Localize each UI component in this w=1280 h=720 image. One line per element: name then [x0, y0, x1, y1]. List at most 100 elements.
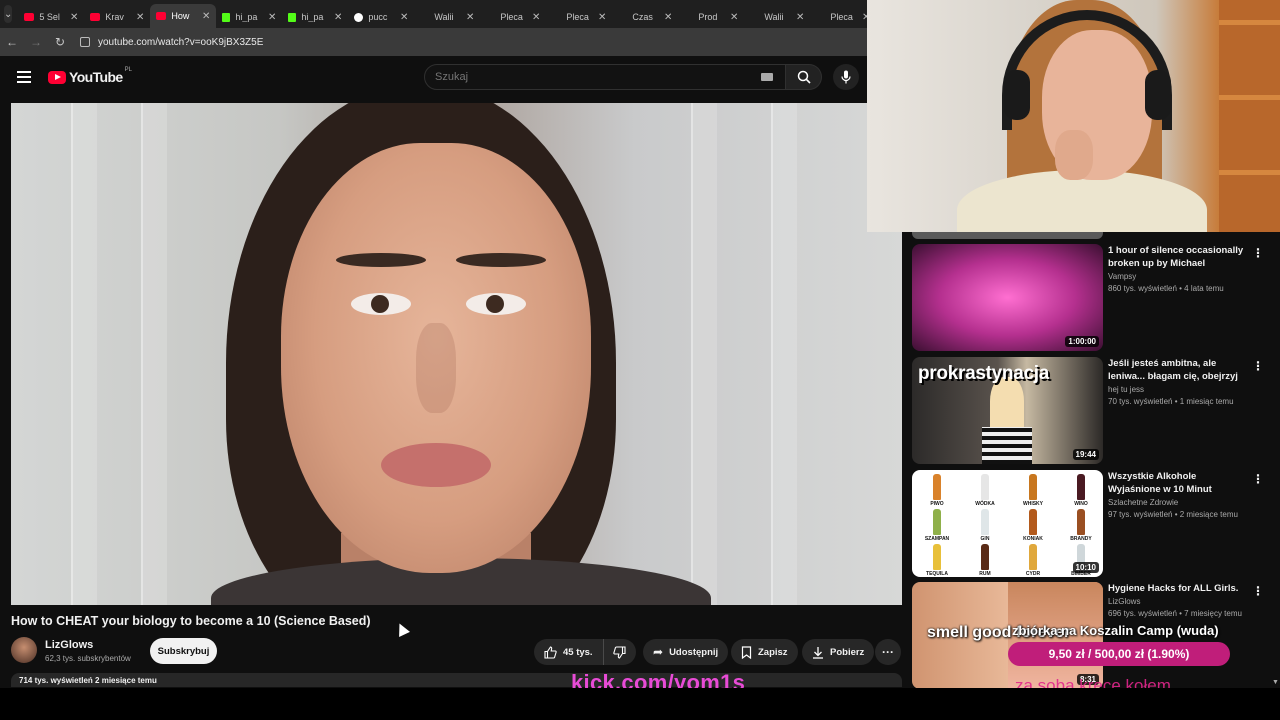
youtube-header: YouTube PL — [0, 56, 867, 100]
save-button[interactable]: Zapisz — [731, 639, 798, 665]
recommendation-thumbnail[interactable]: BIMBER CYDR RUM TEQUILA BRANDY KONIAK GIN SZAMP… — [912, 470, 1103, 577]
browser-tab[interactable]: Czas ✕ — [612, 6, 678, 28]
previous-thumbnail-edge[interactable] — [912, 232, 1103, 239]
browser-tab[interactable]: 5 Sel ✕ — [18, 6, 84, 28]
recommendations-sidebar: 1:00:00 1 hour of silence occasionally b… — [902, 232, 1280, 689]
site-info-icon[interactable] — [80, 37, 90, 47]
tab-label: hi_pa — [235, 12, 258, 22]
tab-close-icon[interactable]: ✕ — [268, 12, 276, 23]
bottle-label: PIWO — [930, 501, 944, 507]
reload-icon[interactable]: ↻ — [48, 35, 72, 49]
menu-icon[interactable] — [17, 71, 31, 83]
url-field[interactable]: youtube.com/watch?v=ooK9jBX3Z5E — [80, 37, 263, 48]
tab-favicon-icon — [24, 13, 35, 21]
tab-close-icon[interactable]: ✕ — [70, 12, 78, 23]
browser-tab[interactable]: pucc ✕ — [348, 6, 414, 28]
tab-close-icon[interactable]: ✕ — [598, 12, 606, 23]
more-vertical-icon[interactable]: ⋮ — [1252, 359, 1264, 373]
more-vertical-icon[interactable]: ⋮ — [1252, 472, 1264, 486]
tab-close-icon[interactable]: ✕ — [202, 11, 210, 22]
recommendation-channel[interactable]: Vampsy — [1108, 272, 1248, 281]
browser-tab[interactable]: Walii ✕ — [414, 6, 480, 28]
mouse-cursor — [394, 621, 410, 637]
bottle-label: TEQUILA — [926, 571, 948, 577]
recommendation-thumbnail[interactable]: 1:00:00 — [912, 244, 1103, 351]
recommendation-title[interactable]: Wszystkie Alkohole Wyjaśnione w 10 Minut — [1108, 470, 1248, 496]
tab-search-button[interactable]: ⌄ — [4, 5, 13, 23]
channel-avatar[interactable] — [11, 637, 37, 663]
browser-tab[interactable]: hi_pa ✕ — [282, 6, 348, 28]
youtube-wordmark: YouTube — [69, 69, 123, 85]
recommendation-item[interactable]: prokrastynacja 19:44 Jeśli jesteś ambitn… — [912, 357, 1272, 465]
tab-close-icon[interactable]: ✕ — [466, 12, 474, 23]
recommendation-title[interactable]: Jeśli jesteś ambitna, ale leniwa... błag… — [1108, 357, 1248, 383]
tab-close-icon[interactable]: ✕ — [334, 12, 342, 23]
bottle-icon — [933, 509, 941, 535]
bottle-label: SZAMPAN — [924, 536, 950, 542]
recommendation-item[interactable]: BIMBER CYDR RUM TEQUILA BRANDY KONIAK GIN SZAMP… — [912, 470, 1272, 578]
video-player[interactable] — [11, 103, 902, 605]
tab-close-icon[interactable]: ✕ — [400, 12, 408, 23]
sidebar-scrollbar[interactable]: ▼ — [1271, 232, 1280, 688]
share-button[interactable]: ➦ Udostępnij — [643, 639, 729, 665]
forward-arrow-icon[interactable]: → — [24, 35, 48, 49]
bottle-icon — [981, 544, 989, 570]
like-button[interactable]: 45 tys. — [534, 639, 604, 665]
bottle-icon — [933, 544, 941, 570]
screen: ⌄ 5 Sel ✕ Krav ✕ How ✕ hi_pa ✕ hi_pa ✕ pucc ✕ Walii ✕… — [0, 0, 1280, 720]
channel-name[interactable]: LizGlows — [45, 639, 93, 651]
tab-favicon-icon — [288, 12, 297, 22]
search-button[interactable] — [786, 64, 822, 90]
recommendation-channel[interactable]: LizGlows — [1108, 597, 1248, 606]
tab-label: hi_pa — [301, 12, 324, 22]
browser-tab[interactable]: Walii ✕ — [744, 6, 810, 28]
tab-label: Plecа — [566, 12, 589, 22]
more-actions-button[interactable]: ··· — [875, 639, 901, 665]
browser-tab[interactable]: Plecа ✕ — [546, 6, 612, 28]
subscribe-button[interactable]: Subskrybuj — [150, 638, 217, 664]
url-text: youtube.com/watch?v=ooK9jBX3Z5E — [98, 36, 264, 48]
thumbs-up-icon — [544, 645, 557, 659]
scroll-down-icon[interactable]: ▼ — [1272, 679, 1279, 686]
description-box[interactable]: 714 tys. wyświetleń 2 miesiące temu — [11, 673, 902, 687]
duration-badge: 19:44 — [1072, 449, 1099, 460]
streamer-shirt — [957, 170, 1207, 232]
browser-tab[interactable]: Krav ✕ — [84, 6, 150, 28]
bottle-icon — [1077, 509, 1085, 535]
tab-label: Plecа — [500, 12, 523, 22]
search-input[interactable] — [435, 71, 735, 83]
recommendation-title[interactable]: Hygiene Hacks for ALL Girls. — [1108, 582, 1248, 595]
streamer-webcam — [867, 0, 1280, 232]
youtube-play-icon — [48, 70, 66, 84]
bottle-label: WHISKY — [1023, 501, 1043, 507]
browser-tab[interactable]: Plecа ✕ — [480, 6, 546, 28]
recommendation-channel[interactable]: Szlachetne Zdrowie — [1108, 498, 1248, 507]
youtube-logo[interactable]: YouTube PL — [48, 67, 132, 85]
download-button[interactable]: Pobierz — [802, 639, 875, 665]
tab-close-icon[interactable]: ✕ — [136, 12, 144, 23]
recommendation-title[interactable]: 1 hour of silence occasionally broken up… — [1108, 244, 1248, 270]
tab-label: Plecа — [830, 12, 853, 22]
tab-close-icon[interactable]: ✕ — [664, 12, 672, 23]
tab-close-icon[interactable]: ✕ — [730, 12, 738, 23]
keyboard-icon[interactable] — [761, 73, 773, 81]
more-vertical-icon[interactable]: ⋮ — [1252, 246, 1264, 260]
bottle-label: GIN — [980, 536, 990, 542]
recommendation-stats: 696 tys. wyświetleń • 7 miesięcy temu — [1108, 609, 1242, 618]
recommendation-item[interactable]: 1:00:00 1 hour of silence occasionally b… — [912, 244, 1272, 352]
bookmark-icon — [741, 645, 752, 659]
bottle-icon — [1029, 474, 1037, 500]
browser-tab[interactable]: Prod ✕ — [678, 6, 744, 28]
background-panel — [771, 103, 797, 605]
more-vertical-icon[interactable]: ⋮ — [1252, 584, 1264, 598]
recommendation-channel[interactable]: hej tu jess — [1108, 385, 1248, 394]
country-code: PL — [124, 67, 132, 73]
voice-search-button[interactable] — [833, 64, 859, 90]
tab-close-icon[interactable]: ✕ — [796, 12, 804, 23]
browser-tab[interactable]: hi_pa ✕ — [216, 6, 282, 28]
tab-close-icon[interactable]: ✕ — [532, 12, 540, 23]
back-arrow-icon[interactable]: ← — [0, 35, 24, 49]
recommendation-thumbnail[interactable]: prokrastynacja 19:44 — [912, 357, 1103, 464]
browser-tab[interactable]: How ✕ — [150, 4, 217, 28]
dislike-button[interactable] — [604, 639, 636, 665]
